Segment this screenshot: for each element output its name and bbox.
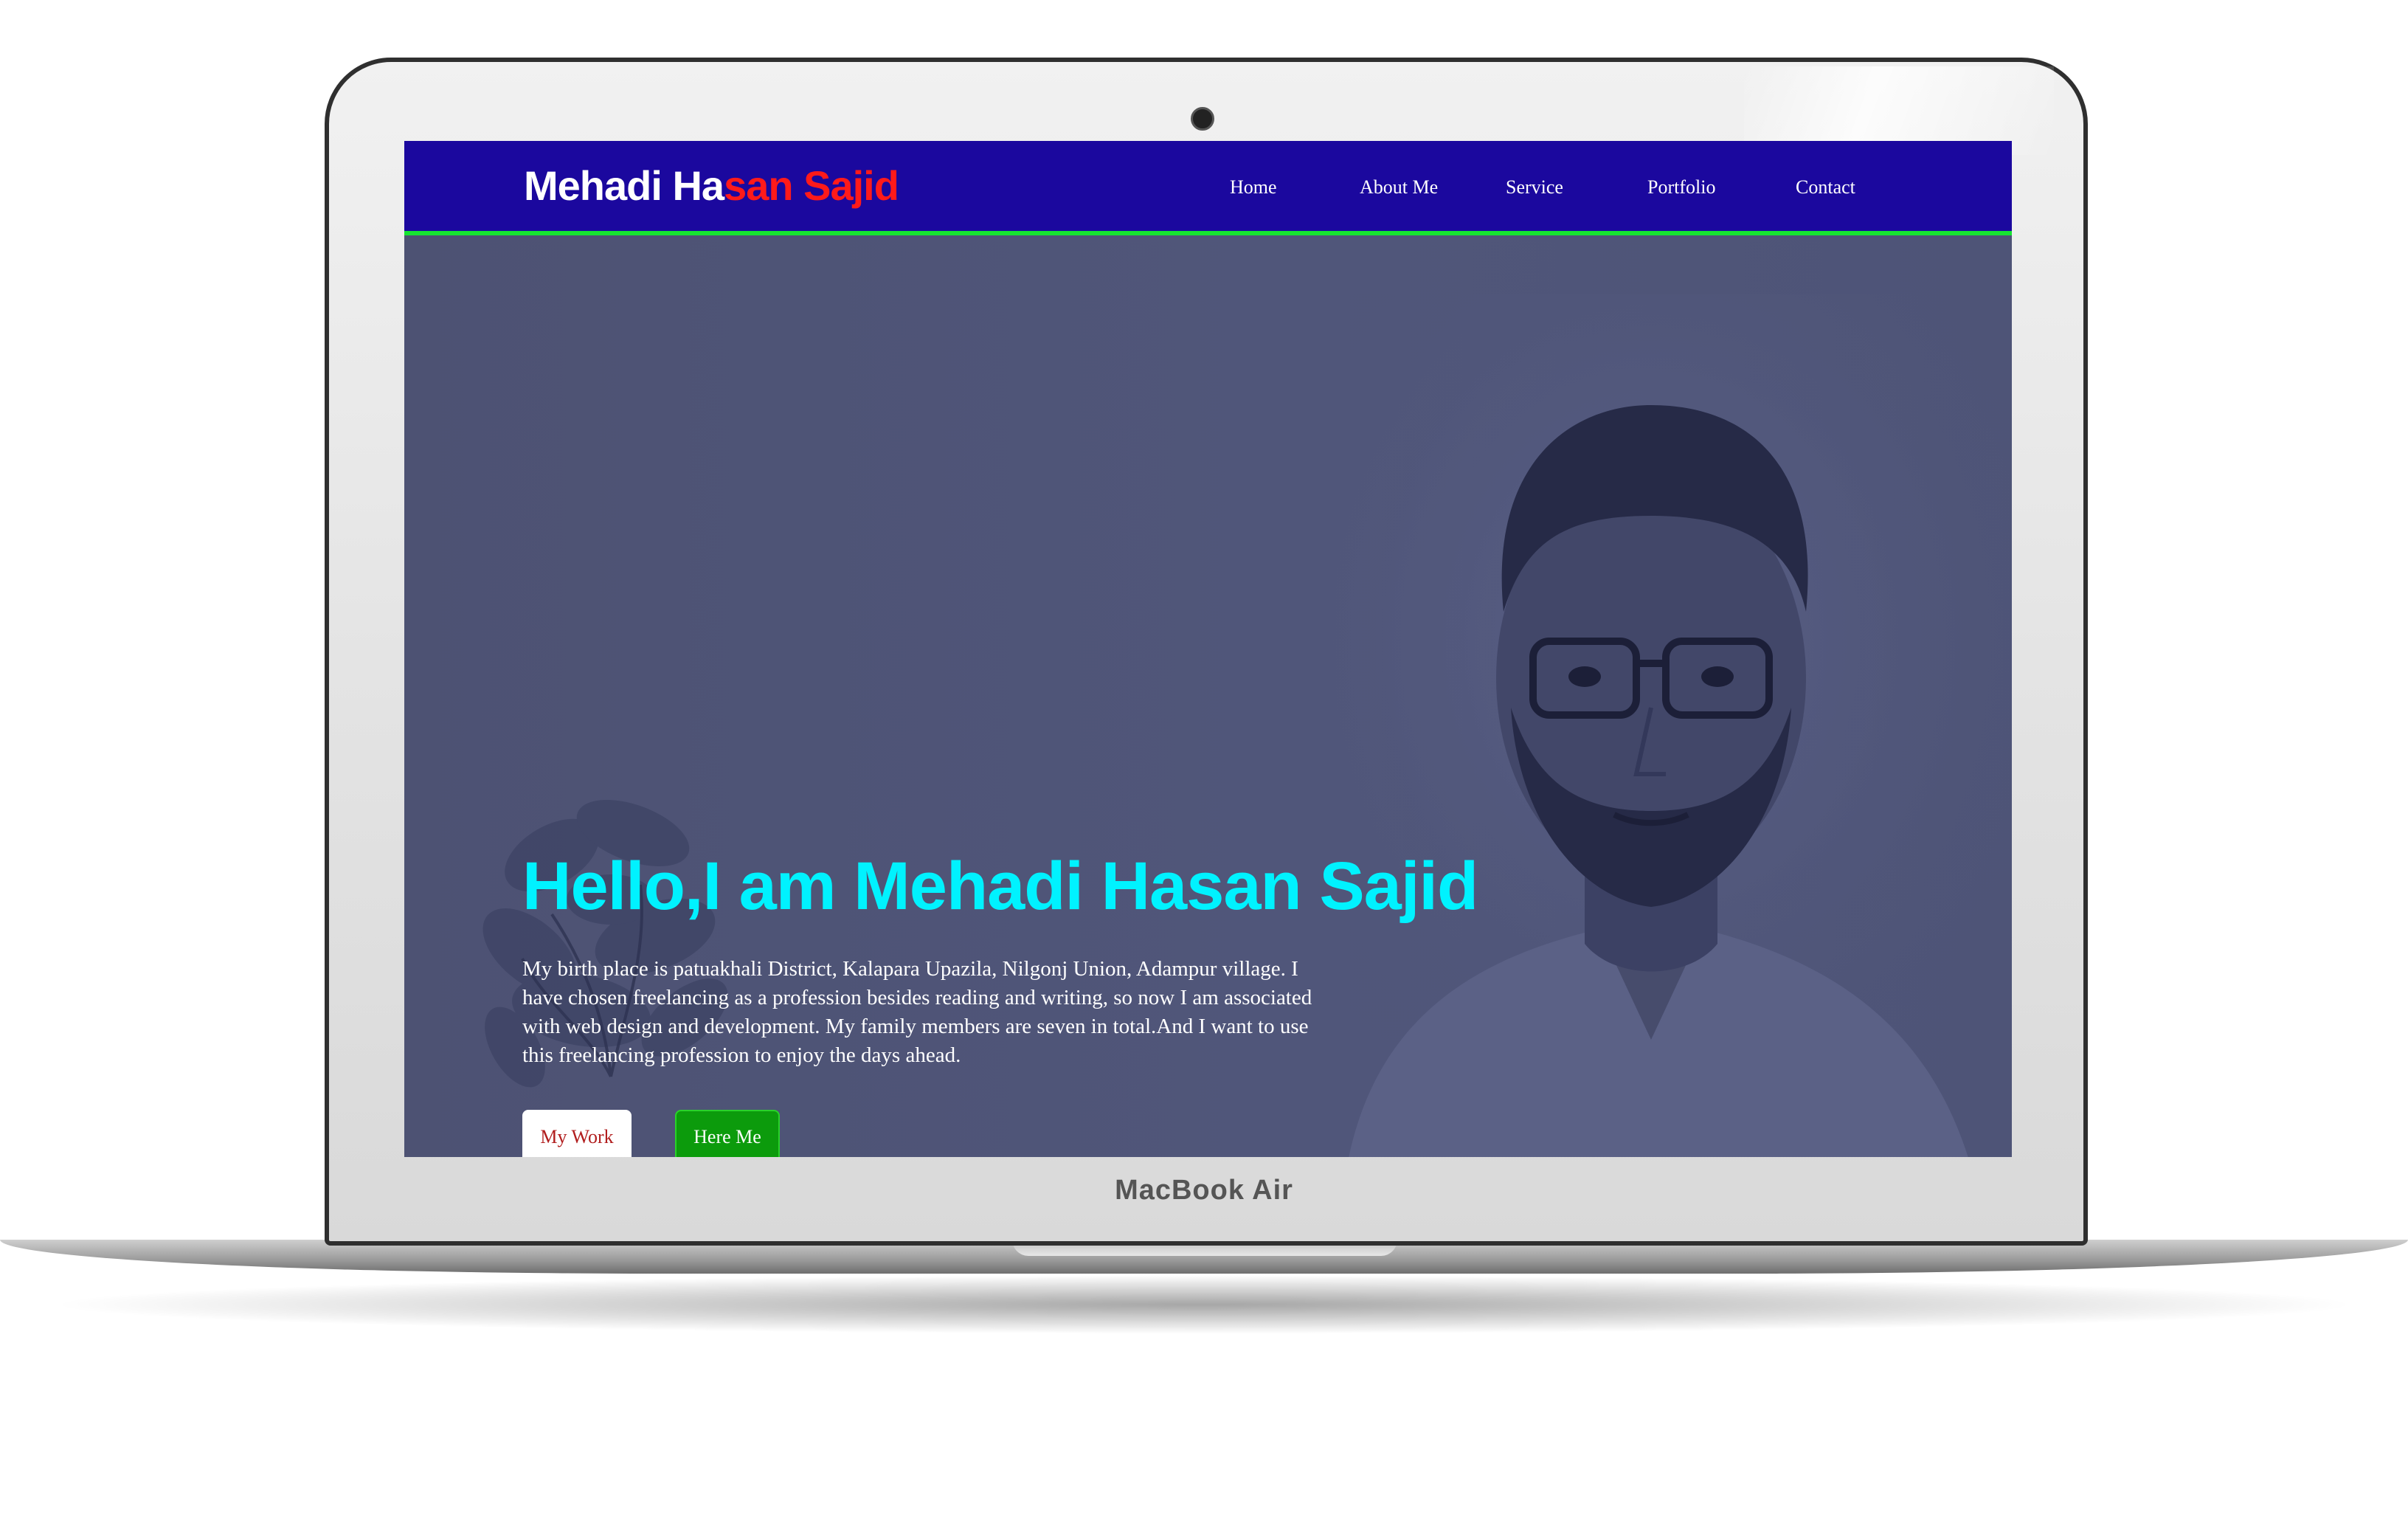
laptop-screen: Mehadi Hasan Sajid Home About Me Service… (404, 141, 2012, 1157)
nav-link-contact[interactable]: Contact (1796, 176, 1855, 198)
laptop-shadow (44, 1275, 2364, 1334)
logo-text-red: san Sajid (724, 162, 899, 209)
profile-photo (1290, 294, 2012, 1157)
nav-link-about-me[interactable]: About Me (1360, 176, 1438, 198)
my-work-button[interactable]: My Work (522, 1110, 632, 1157)
nav-link-home[interactable]: Home (1230, 176, 1277, 198)
hero-section: Hello,I am Mehadi Hasan Sajid My birth p… (404, 235, 2012, 1157)
site-logo[interactable]: Mehadi Hasan Sajid (524, 162, 899, 210)
hero-description: My birth place is patuakhali District, K… (522, 957, 1312, 1067)
nav-link-portfolio[interactable]: Portfolio (1647, 176, 1715, 198)
site-navbar: Mehadi Hasan Sajid Home About Me Service… (404, 141, 2012, 235)
camera-icon (1191, 107, 1214, 131)
nav-link-service[interactable]: Service (1506, 176, 1563, 198)
hero-title: Hello,I am Mehadi Hasan Sajid (522, 849, 1478, 924)
logo-text-white: Mehadi Ha (524, 162, 724, 209)
device-brand-label: MacBook Air (1115, 1175, 1293, 1206)
here-me-button[interactable]: Here Me (675, 1110, 780, 1157)
